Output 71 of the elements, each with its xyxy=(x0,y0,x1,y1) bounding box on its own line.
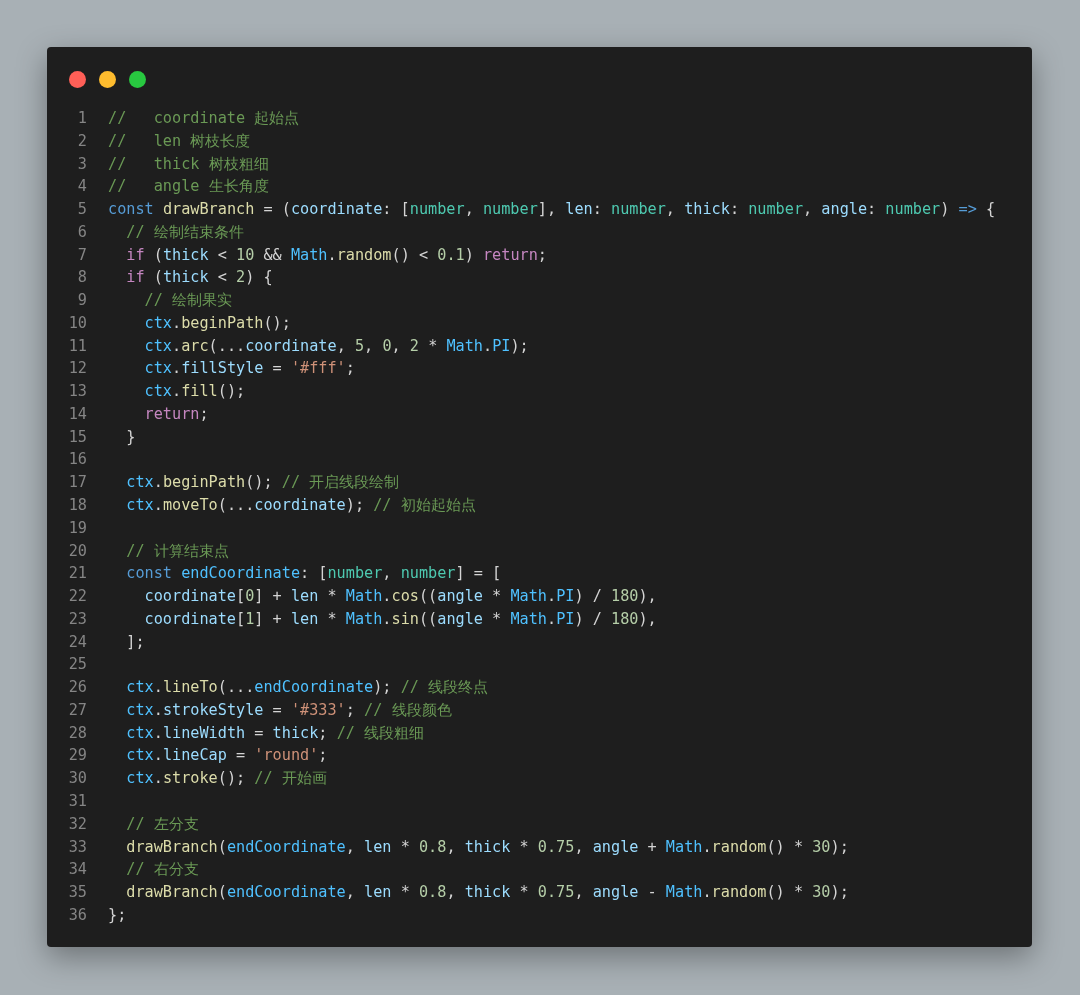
code-line: ctx.moveTo(...coordinate); // 初始起始点 xyxy=(125,495,476,516)
line-number: 20 xyxy=(67,540,87,562)
line-number: 17 xyxy=(67,472,87,494)
line-number: 32 xyxy=(67,813,87,835)
line-number: 30 xyxy=(67,768,87,790)
code-line: if (thick < 10 && Math.random() < 0.1) return; xyxy=(125,244,547,266)
code-line: ctx.stroke(); // 开始画 xyxy=(125,768,327,790)
line-number: 24 xyxy=(67,631,87,653)
line-number: 36 xyxy=(67,904,87,926)
line-number: 9 xyxy=(76,290,87,312)
line-number: 34 xyxy=(67,859,87,881)
line-number: 13 xyxy=(67,381,87,403)
line-number: 15 xyxy=(67,426,87,448)
line-number: 16 xyxy=(67,449,87,471)
line-number: 6 xyxy=(76,221,87,243)
line-number: 12 xyxy=(67,358,87,380)
code-line: ctx.strokeStyle = '#333'; // 线段颜色 xyxy=(125,699,452,721)
code-line: ctx.lineCap = 'round'; xyxy=(125,745,328,767)
code-line: ctx.beginPath(); xyxy=(143,312,291,334)
code-line: if (thick < 2) { xyxy=(125,267,273,289)
line-number: 33 xyxy=(67,836,87,858)
line-number: 35 xyxy=(67,882,87,904)
code-line: // 右分支 xyxy=(125,859,199,881)
line-number: 19 xyxy=(67,517,87,539)
code-line: ctx.lineTo(...endCoordinate); // 线段终点 xyxy=(125,677,489,699)
close-dot-icon[interactable] xyxy=(69,71,86,88)
line-number: 11 xyxy=(67,335,87,357)
minimize-dot-icon[interactable] xyxy=(99,71,116,88)
code-line: // 左分支 xyxy=(125,813,199,835)
line-number: 25 xyxy=(67,654,87,676)
line-number: 18 xyxy=(67,495,87,516)
line-number: 5 xyxy=(76,199,87,221)
code-line: drawBranch(endCoordinate, len * 0.8, thick * 0.75, angle + Math.random() * 30); xyxy=(125,836,849,858)
code-line: ctx.fillStyle = '#fff'; xyxy=(143,358,355,380)
code-line: drawBranch(endCoordinate, len * 0.8, thick * 0.75, angle - Math.random() * 30); xyxy=(125,882,849,904)
line-number: 2 xyxy=(76,130,87,152)
code-line: // coordinate 起始点 xyxy=(108,108,300,129)
line-number: 23 xyxy=(67,608,87,630)
code-line: coordinate[1] + len * Math.sin((angle * Math.PI) / 180), xyxy=(143,608,657,630)
line-number: 8 xyxy=(76,267,87,289)
code-line: ctx.fill(); xyxy=(143,381,246,403)
line-number: 1 xyxy=(76,108,87,129)
code-line: // 绘制果实 xyxy=(143,290,232,312)
code-line: const endCoordinate: [number, number] = [ xyxy=(125,563,502,585)
line-number: 27 xyxy=(67,699,87,721)
code-line: // 绘制结束条件 xyxy=(125,221,244,243)
line-number: 26 xyxy=(67,677,87,699)
code-line: } xyxy=(125,426,136,448)
line-number: 21 xyxy=(67,563,87,585)
line-number: 29 xyxy=(67,745,87,767)
code-line: ctx.arc(...coordinate, 5, 0, 2 * Math.PI); xyxy=(143,335,529,357)
code-line: // angle 生长角度 xyxy=(108,176,269,198)
code-line: const drawBranch = (coordinate: [number, number], len: number, thick: number, angle: number) => { xyxy=(108,199,996,221)
line-number: 14 xyxy=(67,403,87,425)
line-number: 7 xyxy=(76,244,87,266)
code-line: }; xyxy=(108,904,127,926)
line-number: 4 xyxy=(76,176,87,198)
code-line: ctx.beginPath(); // 开启线段绘制 xyxy=(125,472,400,494)
code-line: return; xyxy=(143,403,209,425)
code-line: coordinate[0] + len * Math.cos((angle * Math.PI) / 180), xyxy=(143,586,657,608)
code-line: // 计算结束点 xyxy=(125,540,229,562)
line-number: 31 xyxy=(67,790,87,812)
code-line: ]; xyxy=(125,631,145,653)
code-line: // len 树枝长度 xyxy=(108,130,251,152)
line-number: 22 xyxy=(67,586,87,608)
line-number: 3 xyxy=(76,153,87,175)
line-number: 28 xyxy=(67,722,87,744)
code-line: // thick 树枝粗细 xyxy=(108,153,269,175)
code-line: ctx.lineWidth = thick; // 线段粗细 xyxy=(125,722,425,744)
line-number: 10 xyxy=(67,312,87,334)
maximize-dot-icon[interactable] xyxy=(129,71,146,88)
